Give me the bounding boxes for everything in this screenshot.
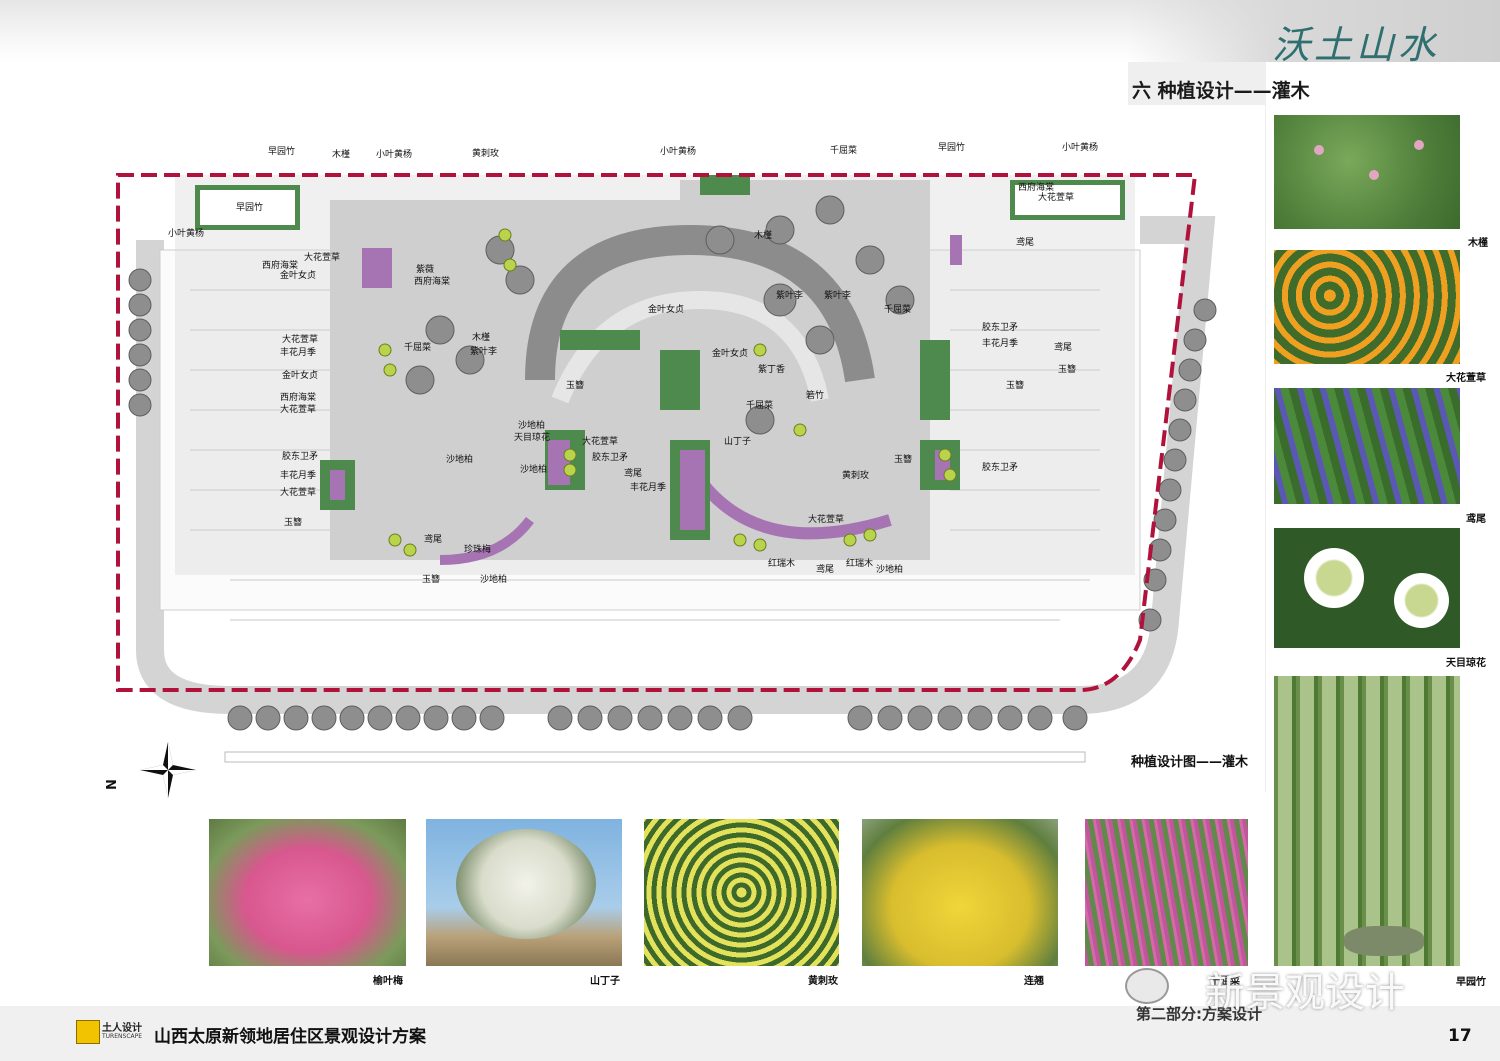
plant-label: 紫叶李 xyxy=(824,289,851,301)
plant-label: 红瑞木 xyxy=(768,557,795,569)
plant-label: 玉簪 xyxy=(284,516,302,528)
plant-label: 黄刺玫 xyxy=(472,147,499,159)
logo-name: 土人设计 xyxy=(102,1023,142,1034)
plant-label: 玉簪 xyxy=(566,379,584,391)
plant-label: 紫薇 xyxy=(416,263,434,275)
plant-label: 山丁子 xyxy=(724,436,751,447)
plant-label: 红瑞木 xyxy=(846,557,873,569)
plant-label: 玉簪 xyxy=(894,453,912,465)
plant-label: 天目琼花 xyxy=(514,431,550,443)
plan-caption: 种植设计图——灌木 xyxy=(1131,755,1249,770)
plant-label: 胶东卫矛 xyxy=(982,461,1018,473)
photo-qianqucai xyxy=(1085,819,1248,966)
plant-label: 早园竹 xyxy=(938,141,965,153)
plant-label: 金叶女贞 xyxy=(648,303,684,315)
plant-label: 沙地柏 xyxy=(518,419,545,431)
plant-label: 小叶黄杨 xyxy=(1062,141,1098,153)
plant-label: 丰花月季 xyxy=(630,481,666,493)
photo-lianqiao xyxy=(862,819,1058,966)
plant-label: 小叶黄杨 xyxy=(660,145,696,157)
plant-label: 鸢尾 xyxy=(1016,236,1034,248)
plant-label: 玉簪 xyxy=(422,573,440,585)
plant-label: 丰花月季 xyxy=(280,346,316,358)
photo-yuyemei xyxy=(209,819,406,966)
photo-mujin xyxy=(1274,115,1460,229)
plant-label: 鸢尾 xyxy=(1054,341,1072,353)
plant-label: 千屈菜 xyxy=(746,399,773,411)
plant-label: 胶东卫矛 xyxy=(282,450,318,462)
page-number: 17 xyxy=(1448,1026,1472,1046)
photo-yuanwei xyxy=(1274,388,1460,504)
photo-caption: 连翘 xyxy=(1024,976,1044,987)
north-label: N xyxy=(105,779,120,790)
plant-label: 玉簪 xyxy=(1006,379,1024,391)
photo-caption: 大花萱草 xyxy=(1446,373,1486,384)
project-title: 山西太原新领地居住区景观设计方案 xyxy=(154,1027,426,1047)
plant-label: 大花萱草 xyxy=(282,333,318,345)
section-title: 六 种植设计——灌木 xyxy=(1132,80,1310,102)
plant-label: 箬竹 xyxy=(806,389,824,401)
plant-label: 鸢尾 xyxy=(816,563,834,575)
plant-label: 丰花月季 xyxy=(982,337,1018,349)
plant-label: 胶东卫矛 xyxy=(592,451,628,463)
plant-label: 大花萱草 xyxy=(304,251,340,263)
plant-label: 小叶黄杨 xyxy=(168,227,204,239)
plant-label: 沙地柏 xyxy=(520,463,547,475)
plant-label: 金叶女贞 xyxy=(280,269,316,281)
plant-label: 珍珠梅 xyxy=(464,543,491,555)
plant-label: 大花萱草 xyxy=(808,513,844,525)
photo-caption: 山丁子 xyxy=(590,976,620,987)
plant-label: 小叶黄杨 xyxy=(376,148,412,160)
photo-shandingzi xyxy=(426,819,622,966)
plant-label: 西府海棠 xyxy=(280,391,316,403)
photo-dahuaxuancao xyxy=(1274,250,1460,364)
plant-label: 千屈菜 xyxy=(884,303,911,315)
plant-label: 早园竹 xyxy=(236,201,263,213)
watermark-text: 新景观设计 xyxy=(1205,970,1405,1016)
logo-icon xyxy=(76,1020,100,1044)
plant-label: 紫叶李 xyxy=(470,345,497,357)
plant-label: 西府海棠 xyxy=(414,275,450,287)
plant-label: 沙地柏 xyxy=(480,573,507,585)
plant-label: 早园竹 xyxy=(268,145,295,157)
plant-label: 紫叶李 xyxy=(776,289,803,301)
plant-label: 西府海棠 xyxy=(262,259,298,271)
plant-label: 胶东卫矛 xyxy=(982,321,1018,333)
photo-caption: 榆叶梅 xyxy=(373,976,403,987)
plant-label: 大花萱草 xyxy=(582,435,618,447)
photo-caption: 黄刺玫 xyxy=(808,976,838,987)
photo-huangcimei xyxy=(644,819,839,966)
plant-label: 千屈菜 xyxy=(830,144,857,156)
photo-caption: 木槿 xyxy=(1468,238,1488,249)
photo-caption: 天目琼花 xyxy=(1446,658,1486,669)
plant-label: 大花萱草 xyxy=(1038,191,1074,203)
plant-label: 西府海棠 xyxy=(1018,181,1054,193)
plant-label: 木槿 xyxy=(332,148,350,160)
plant-label: 丰花月季 xyxy=(280,469,316,481)
plant-label: 玉簪 xyxy=(1058,363,1076,375)
photo-caption: 鸢尾 xyxy=(1466,514,1486,525)
plant-label: 沙地柏 xyxy=(876,563,903,575)
photo-tianmuqionghua xyxy=(1274,528,1460,648)
plant-label: 紫丁香 xyxy=(758,364,785,375)
plant-label: 鸢尾 xyxy=(424,533,442,545)
logo-subtitle: TURENSCAPE xyxy=(102,1033,143,1040)
plant-label: 大花萱草 xyxy=(280,403,316,415)
photo-zaoyuanzhu xyxy=(1274,676,1460,966)
plant-label: 黄刺玫 xyxy=(842,469,869,481)
plant-label: 沙地柏 xyxy=(446,453,473,465)
plant-label: 鸢尾 xyxy=(624,467,642,479)
plant-label: 千屈菜 xyxy=(404,341,431,353)
plant-label: 木槿 xyxy=(754,229,772,241)
plant-label: 金叶女贞 xyxy=(712,347,748,359)
photo-caption: 早园竹 xyxy=(1456,977,1486,988)
wechat-icon xyxy=(1125,968,1169,1004)
calligraphy-title: 沃土山水 xyxy=(1272,23,1441,67)
plant-label: 木槿 xyxy=(472,331,490,343)
planting-plan: N 早园竹 木槿 小叶黄杨 黄刺玫 小叶黄杨 千屈菜 早园竹 小叶黄杨 早园竹 … xyxy=(95,105,1265,825)
plant-label: 大花萱草 xyxy=(280,486,316,498)
plant-label: 金叶女贞 xyxy=(282,369,318,381)
